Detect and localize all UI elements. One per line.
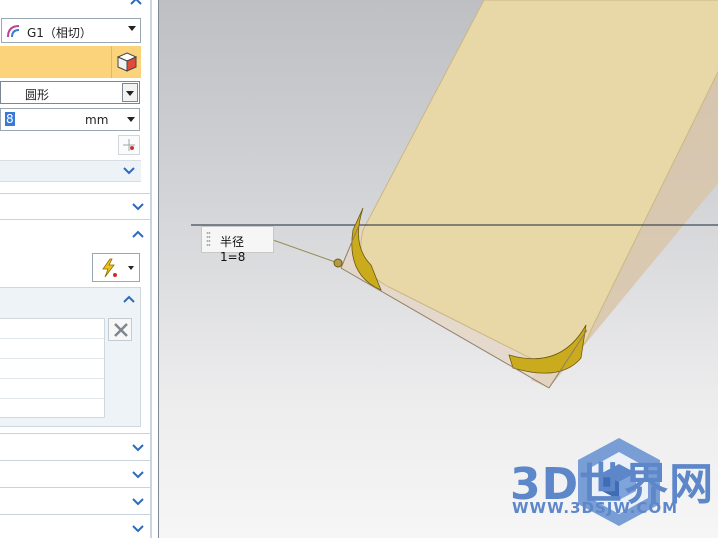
continuity-curve-icon bbox=[6, 23, 22, 39]
cross-section-shape-dropdown[interactable]: 圆形 bbox=[0, 81, 140, 104]
chevron-up-icon[interactable] bbox=[121, 292, 137, 306]
section-divider bbox=[0, 219, 150, 220]
cube-icon bbox=[116, 52, 138, 72]
chevron-down-icon bbox=[126, 91, 134, 96]
radius-drag-handle[interactable] bbox=[333, 258, 343, 268]
chevron-down-icon[interactable] bbox=[130, 441, 146, 455]
radius-unit[interactable]: mm bbox=[85, 113, 108, 127]
chevron-down-icon[interactable] bbox=[130, 522, 146, 536]
list-item[interactable] bbox=[0, 379, 104, 399]
radius-input[interactable]: 8 mm bbox=[0, 108, 140, 131]
select-edge-row[interactable] bbox=[0, 46, 111, 78]
section-divider bbox=[0, 460, 150, 461]
chevron-down-icon[interactable] bbox=[130, 495, 146, 509]
list-table[interactable] bbox=[0, 318, 105, 418]
section-divider bbox=[0, 433, 150, 434]
list-item[interactable] bbox=[0, 319, 104, 339]
dimension-leader-line bbox=[272, 239, 339, 264]
radius-dimension-text: 半径 1=8 bbox=[220, 235, 246, 264]
crosshair-point-icon bbox=[123, 139, 135, 151]
list-item[interactable] bbox=[0, 359, 104, 379]
drag-grip-icon[interactable] bbox=[206, 231, 211, 249]
lightning-icon bbox=[102, 258, 117, 278]
chevron-down-icon bbox=[128, 26, 136, 31]
chevron-down-icon bbox=[128, 266, 134, 270]
select-edge-cube-button[interactable] bbox=[111, 46, 141, 78]
continuity-selected-value: G1（相切） bbox=[27, 26, 92, 40]
chevron-down-icon[interactable] bbox=[130, 468, 146, 482]
shape-dropdown-button[interactable] bbox=[122, 83, 138, 102]
section-divider bbox=[0, 193, 150, 194]
section-divider bbox=[0, 487, 150, 488]
chevron-up-icon[interactable] bbox=[130, 227, 146, 241]
edge-blend-dialog: G1（相切） 圆形 8 mm bbox=[0, 0, 152, 538]
close-icon bbox=[114, 323, 128, 337]
watermark-url: WWW.3DSJW.COM bbox=[512, 499, 679, 517]
inference-options-button[interactable] bbox=[92, 253, 140, 282]
panel-splitter[interactable] bbox=[150, 0, 152, 538]
remove-button[interactable] bbox=[108, 318, 132, 341]
radius-value[interactable]: 8 bbox=[5, 112, 15, 126]
chevron-down-icon[interactable] bbox=[121, 164, 137, 178]
continuity-dropdown[interactable]: G1（相切） bbox=[1, 18, 141, 43]
section-collapse-chevron-up-icon[interactable] bbox=[128, 0, 144, 8]
collapsed-subgroup[interactable] bbox=[0, 160, 141, 182]
chevron-down-icon[interactable] bbox=[127, 117, 135, 122]
chevron-down-icon[interactable] bbox=[130, 200, 146, 214]
list-group bbox=[0, 287, 141, 427]
radius-dimension-label[interactable]: 半径 1=8 bbox=[201, 226, 274, 264]
list-item[interactable] bbox=[0, 339, 104, 359]
add-point-button[interactable] bbox=[118, 135, 140, 155]
shape-selected-value: 圆形 bbox=[25, 88, 50, 102]
section-divider bbox=[0, 514, 150, 515]
